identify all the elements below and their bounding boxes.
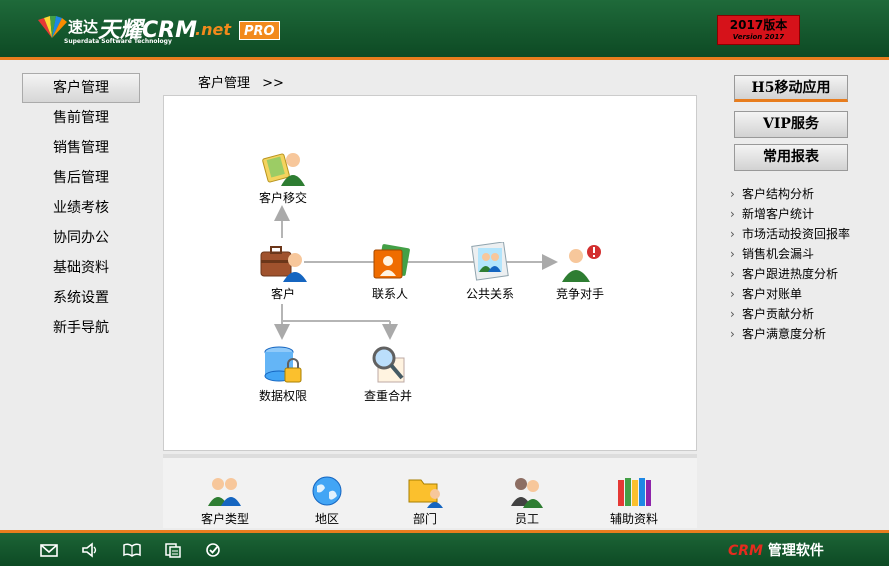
competitor-icon (562, 245, 601, 282)
chevron-right-icon: › (730, 227, 735, 241)
quick-link-employee[interactable]: 员工 (491, 474, 563, 527)
customer-flow-panel: 客户移交 客户 联系人 公共关系 竞争对手 数据权限 查重合并 (163, 95, 697, 451)
contact-cards-icon (373, 244, 410, 279)
flow-label-competitor: 竞争对手 (555, 287, 604, 301)
version-title: 2017版本 (729, 18, 788, 32)
flow-label-customer: 客户 (270, 287, 295, 301)
logo-net-text: .net (195, 20, 231, 39)
quick-link-label: 辅助资料 (609, 512, 658, 526)
nav-item-aftersales[interactable]: 售后管理 (22, 163, 140, 193)
flow-label-dedupe-merge: 查重合并 (363, 389, 412, 403)
common-reports-button[interactable]: 常用报表 (734, 144, 848, 171)
report-label: 市场活动投资回报率 (742, 227, 851, 241)
chevron-right-icon: › (730, 247, 735, 261)
employee-icon (511, 478, 543, 508)
book-icon[interactable] (122, 542, 142, 558)
quick-link-auxiliary-data[interactable]: 辅助资料 (598, 474, 670, 527)
globe-icon (312, 476, 342, 506)
report-list: › 客户结构分析 › 新增客户统计 › 市场活动投资回报率 › 销售机会漏斗 › 客户跟进… (730, 184, 850, 344)
quick-link-label: 员工 (514, 512, 539, 526)
magnifier-search-icon (372, 346, 405, 383)
flow-node-contact[interactable]: 联系人 (354, 242, 426, 302)
books-icon (618, 478, 651, 506)
chevron-right-icon: › (730, 207, 735, 221)
flow-connectors (274, 205, 558, 340)
chevron-right-icon: › (730, 187, 735, 201)
logo-fan-icon (38, 16, 67, 38)
logo-cn-text: 速达 (68, 18, 99, 36)
public-relations-icon (471, 242, 509, 281)
report-link[interactable]: › 销售机会漏斗 (730, 244, 850, 264)
h5-mobile-app-button[interactable]: H5移动应用 (734, 75, 848, 102)
report-label: 客户满意度分析 (742, 327, 827, 341)
nav-item-collaboration[interactable]: 协同办公 (22, 223, 140, 253)
nav-item-performance[interactable]: 业绩考核 (22, 193, 140, 223)
flow-label-public-relations: 公共关系 (465, 287, 514, 301)
report-link[interactable]: › 客户跟进热度分析 (730, 264, 850, 284)
nav-item-basic-data[interactable]: 基础资料 (22, 253, 140, 283)
flow-label-contact: 联系人 (371, 287, 408, 301)
flow-node-public-relations[interactable]: 公共关系 (454, 242, 526, 302)
breadcrumb: 客户管理 >> (198, 72, 284, 91)
report-label: 客户结构分析 (742, 187, 815, 201)
flow-node-dedupe-merge[interactable]: 查重合并 (352, 344, 424, 404)
report-link[interactable]: › 客户贡献分析 (730, 304, 850, 324)
breadcrumb-separator: >> (262, 76, 284, 91)
briefcase-person-icon (260, 246, 307, 282)
report-label: 客户贡献分析 (742, 307, 815, 321)
flow-label-data-permission: 数据权限 (258, 389, 307, 403)
footer-brand-crm: CRM (728, 543, 763, 559)
folder-person-icon (408, 479, 443, 508)
quick-link-label: 地区 (314, 512, 339, 526)
quick-link-department[interactable]: 部门 (389, 474, 461, 527)
flow-node-customer[interactable]: 客户 (247, 242, 319, 302)
report-link[interactable]: › 客户满意度分析 (730, 324, 850, 344)
report-label: 客户对账单 (742, 287, 803, 301)
quick-link-label: 客户类型 (200, 512, 249, 526)
breadcrumb-current: 客户管理 (198, 76, 251, 91)
customer-transfer-icon (262, 153, 305, 186)
report-link[interactable]: › 客户对账单 (730, 284, 850, 304)
report-link[interactable]: › 市场活动投资回报率 (730, 224, 850, 244)
chevron-right-icon: › (730, 267, 735, 281)
check-circle-icon[interactable] (203, 542, 223, 558)
flow-node-data-permission[interactable]: 数据权限 (247, 344, 319, 404)
vip-service-button[interactable]: VIP服务 (734, 111, 848, 138)
speaker-icon[interactable] (80, 542, 100, 558)
logo-subtitle: Superdata Software Technology (64, 38, 172, 45)
mail-icon[interactable] (39, 542, 59, 558)
nav-item-settings[interactable]: 系统设置 (22, 283, 140, 313)
footer-brand: CRM 管理软件 (728, 540, 824, 560)
nav-item-customer-management[interactable]: 客户管理 (22, 73, 140, 103)
version-subtitle: Version 2017 (732, 33, 785, 41)
footer-brand-text: 管理软件 (763, 543, 824, 559)
report-label: 新增客户统计 (742, 207, 815, 221)
chevron-right-icon: › (730, 327, 735, 341)
nav-item-presales[interactable]: 售前管理 (22, 103, 140, 133)
logo-pro-badge: PRO (239, 21, 280, 40)
quick-link-region[interactable]: 地区 (291, 474, 363, 527)
documents-icon[interactable] (163, 542, 183, 558)
chevron-right-icon: › (730, 287, 735, 301)
nav-item-sales[interactable]: 销售管理 (22, 133, 140, 163)
flow-label-transfer: 客户移交 (258, 191, 307, 205)
nav-item-guide[interactable]: 新手导航 (22, 313, 140, 343)
report-label: 销售机会漏斗 (742, 247, 815, 261)
report-link[interactable]: › 客户结构分析 (730, 184, 850, 204)
report-label: 客户跟进热度分析 (742, 267, 839, 281)
basic-data-bar: 客户类型 地区 部门 员工 辅助资料 (163, 454, 697, 528)
database-lock-icon (264, 346, 302, 383)
quick-link-label: 部门 (412, 512, 437, 526)
quick-link-customer-type[interactable]: 客户类型 (189, 474, 261, 527)
left-nav: 客户管理 售前管理 销售管理 售后管理 业绩考核 协同办公 基础资料 系统设置 … (22, 73, 140, 343)
report-link[interactable]: › 新增客户统计 (730, 204, 850, 224)
flow-node-competitor[interactable]: 竞争对手 (544, 242, 616, 302)
chevron-right-icon: › (730, 307, 735, 321)
app-footer: CRM 管理软件 (0, 530, 889, 566)
version-badge: 2017版本 Version 2017 (717, 15, 800, 45)
flow-node-customer-transfer[interactable]: 客户移交 (247, 146, 319, 206)
app-header: 速达 天耀CRM .net PRO Superdata Software Tec… (0, 0, 889, 60)
customer-type-icon (208, 478, 241, 506)
